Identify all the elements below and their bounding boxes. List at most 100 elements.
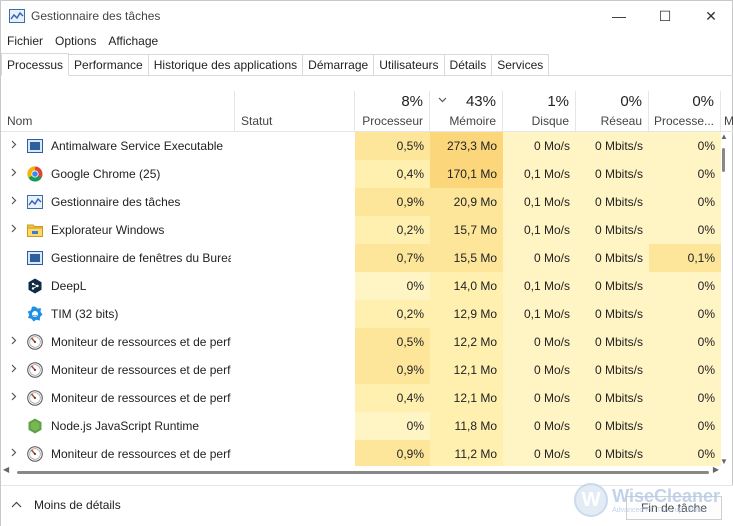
scroll-right-icon[interactable]: ▶	[713, 465, 719, 474]
gpu-cell: 0%	[649, 132, 721, 160]
task-manager-app-icon	[9, 9, 25, 23]
status-cell	[235, 384, 355, 412]
tab-utilisateurs[interactable]: Utilisateurs	[373, 54, 445, 75]
column-gpu-label: Processe...	[653, 114, 714, 128]
expand-chevron-icon[interactable]	[1, 392, 27, 404]
memory-total: 43%	[465, 93, 496, 110]
status-cell	[235, 328, 355, 356]
scroll-down-icon[interactable]: ▼	[720, 457, 728, 466]
expand-chevron-icon[interactable]	[1, 140, 27, 152]
tab-services[interactable]: Services	[491, 54, 550, 75]
process-name: Google Chrome (25)	[51, 167, 161, 181]
network-cell: 0 Mbits/s	[576, 412, 649, 440]
column-gpu[interactable]: 0% Processe...	[649, 91, 721, 132]
vertical-scrollbar[interactable]: ▲ ▼	[718, 132, 730, 466]
cpu-total: 8%	[401, 93, 423, 110]
expand-chevron-icon[interactable]	[1, 168, 27, 180]
gpu-cell: 0%	[649, 412, 721, 440]
disk-cell: 0,1 Mo/s	[503, 300, 576, 328]
disk-cell: 0,1 Mo/s	[503, 272, 576, 300]
process-name: Moniteur de ressources et de performance…	[51, 335, 231, 349]
process-name: Moniteur de ressources et de performance…	[51, 447, 231, 461]
tab-historique[interactable]: Historique des applications	[147, 54, 304, 75]
expand-chevron-icon[interactable]	[1, 196, 27, 208]
process-row[interactable]: DeepL 0% 14,0 Mo 0,1 Mo/s 0 Mbits/s 0%	[1, 272, 721, 300]
expand-chevron-icon[interactable]	[1, 448, 27, 460]
process-row[interactable]: Moniteur de ressources et de performance…	[1, 440, 721, 466]
disk-cell: 0 Mo/s	[503, 384, 576, 412]
cpu-cell: 0,5%	[355, 328, 430, 356]
process-row[interactable]: Google Chrome (25) 0,4% 170,1 Mo 0,1 Mo/s 0 …	[1, 160, 721, 188]
horizontal-scroll-thumb[interactable]	[17, 471, 709, 474]
process-name-cell: Node.js JavaScript Runtime	[1, 412, 234, 440]
expand-chevron-icon[interactable]	[1, 224, 27, 236]
tim-icon	[27, 306, 43, 322]
process-name: Antimalware Service Executable	[51, 139, 224, 153]
gpu-cell: 0%	[649, 160, 721, 188]
cpu-cell: 0,4%	[355, 384, 430, 412]
process-name-cell: Moniteur de ressources et de performance…	[1, 356, 234, 384]
chrome-icon	[27, 166, 43, 182]
tab-performance[interactable]: Performance	[68, 54, 149, 75]
column-cpu[interactable]: 8% Processeur	[355, 91, 430, 132]
process-row[interactable]: Antimalware Service Executable 0,5% 273,3 …	[1, 132, 721, 160]
column-more[interactable]: M	[721, 91, 733, 132]
monitor-icon	[27, 362, 43, 378]
column-network-label: Réseau	[600, 114, 642, 128]
process-row[interactable]: Gestionnaire de fenêtres du Bureau 0,7% 15…	[1, 244, 721, 272]
network-cell: 0 Mbits/s	[576, 188, 649, 216]
process-name: Moniteur de ressources et de performance…	[51, 363, 231, 377]
menu-fichier[interactable]: Fichier	[1, 34, 49, 48]
column-status-label: Statut	[241, 114, 273, 128]
chevron-up-icon	[11, 499, 22, 511]
network-cell: 0 Mbits/s	[576, 328, 649, 356]
menu-options[interactable]: Options	[49, 34, 102, 48]
process-name-cell: Gestionnaire des tâches	[1, 188, 234, 216]
tab-processus[interactable]: Processus	[1, 53, 70, 76]
minimize-button[interactable]: —	[596, 1, 642, 31]
memory-cell: 12,1 Mo	[430, 356, 503, 384]
menu-bar: Fichier Options Affichage	[1, 31, 164, 51]
maximize-button[interactable]: ☐	[642, 1, 688, 31]
close-button[interactable]: ✕	[688, 1, 733, 31]
process-row[interactable]: Node.js JavaScript Runtime 0% 11,8 Mo 0 Mo/…	[1, 412, 721, 440]
column-network[interactable]: 0% Réseau	[576, 91, 649, 132]
less-details-label: Moins de détails	[34, 498, 121, 512]
network-total: 0%	[620, 93, 642, 110]
expand-chevron-icon[interactable]	[1, 336, 27, 348]
watermark: W WiseCleaner Advanced PC Tune-up Utilit…	[574, 483, 720, 517]
gpu-cell: 0,1%	[649, 244, 721, 272]
process-row[interactable]: Moniteur de ressources et de performance…	[1, 328, 721, 356]
process-row[interactable]: Explorateur Windows 0,2% 15,7 Mo 0,1 Mo/s 0 …	[1, 216, 721, 244]
process-row[interactable]: Moniteur de ressources et de performance…	[1, 356, 721, 384]
process-name: Moniteur de ressources et de performance…	[51, 391, 231, 405]
tab-bar: Processus Performance Historique des app…	[1, 53, 733, 76]
expand-chevron-icon[interactable]	[1, 364, 27, 376]
column-disk[interactable]: 1% Disque	[503, 91, 576, 132]
process-name-cell: TIM (32 bits)	[1, 300, 234, 328]
process-row[interactable]: Moniteur de ressources et de performance…	[1, 384, 721, 412]
process-name-cell: Explorateur Windows	[1, 216, 234, 244]
horizontal-scrollbar[interactable]: ◀ ▶	[1, 465, 721, 478]
process-name: Explorateur Windows	[51, 223, 165, 237]
column-name[interactable]: Nom	[1, 91, 235, 132]
tab-demarrage[interactable]: Démarrage	[302, 54, 375, 75]
status-cell	[235, 160, 355, 188]
network-cell: 0 Mbits/s	[576, 300, 649, 328]
status-cell	[235, 412, 355, 440]
process-row[interactable]: Gestionnaire des tâches 0,9% 20,9 Mo 0,1 Mo…	[1, 188, 721, 216]
vertical-scroll-thumb[interactable]	[722, 148, 725, 172]
process-row[interactable]: TIM (32 bits) 0,2% 12,9 Mo 0,1 Mo/s 0 Mbits/…	[1, 300, 721, 328]
column-status[interactable]: Statut	[235, 91, 355, 132]
memory-cell: 12,9 Mo	[430, 300, 503, 328]
less-details-button[interactable]: Moins de détails	[11, 498, 121, 512]
scroll-left-icon[interactable]: ◀	[3, 465, 9, 474]
menu-affichage[interactable]: Affichage	[102, 34, 164, 48]
column-memory[interactable]: 43% Mémoire	[430, 91, 503, 132]
network-cell: 0 Mbits/s	[576, 244, 649, 272]
network-cell: 0 Mbits/s	[576, 356, 649, 384]
network-cell: 0 Mbits/s	[576, 272, 649, 300]
memory-cell: 20,9 Mo	[430, 188, 503, 216]
scroll-up-icon[interactable]: ▲	[720, 132, 728, 141]
tab-details[interactable]: Détails	[443, 54, 493, 75]
